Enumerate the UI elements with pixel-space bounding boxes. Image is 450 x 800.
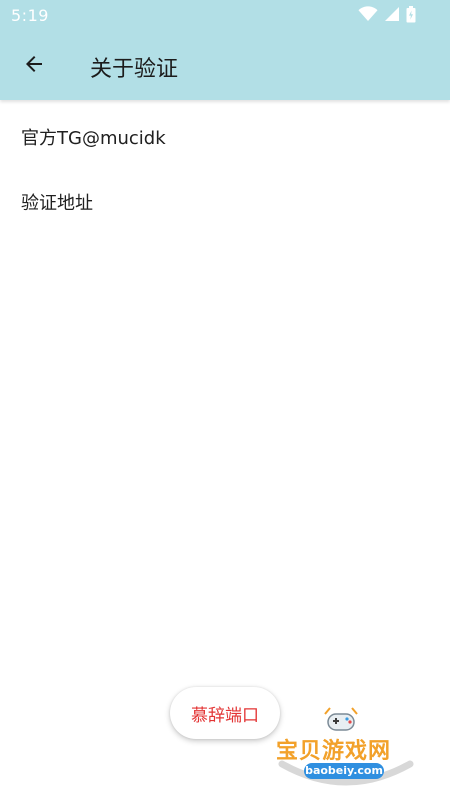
- battery-icon: [406, 5, 416, 27]
- list-item-official-tg[interactable]: 官方TG@mucidk: [21, 124, 166, 150]
- wifi-icon: [358, 6, 378, 26]
- watermark-logo: 宝贝游戏网 baobeiy.com: [272, 700, 422, 795]
- app-bar: 5:19 关于验证: [0, 0, 450, 100]
- watermark-title: 宝贝游戏网: [276, 739, 392, 764]
- status-bar: 5:19: [0, 0, 450, 32]
- status-icons: [358, 5, 416, 27]
- port-fab-button[interactable]: 慕辞端口: [170, 687, 280, 739]
- arrow-left-icon: [22, 52, 46, 80]
- status-time: 5:19: [11, 6, 49, 25]
- back-button[interactable]: [14, 46, 54, 86]
- page-title: 关于验证: [90, 57, 179, 82]
- screen: 5:19 关于验证 官方TG@mucidk 验证地址 慕辞端口 宝贝游戏网 ba…: [0, 0, 450, 800]
- watermark-url: baobeiy.com: [304, 763, 384, 779]
- list-item-verify-address[interactable]: 验证地址: [21, 189, 93, 215]
- gamepad-icon: [321, 704, 361, 734]
- signal-icon: [384, 6, 400, 26]
